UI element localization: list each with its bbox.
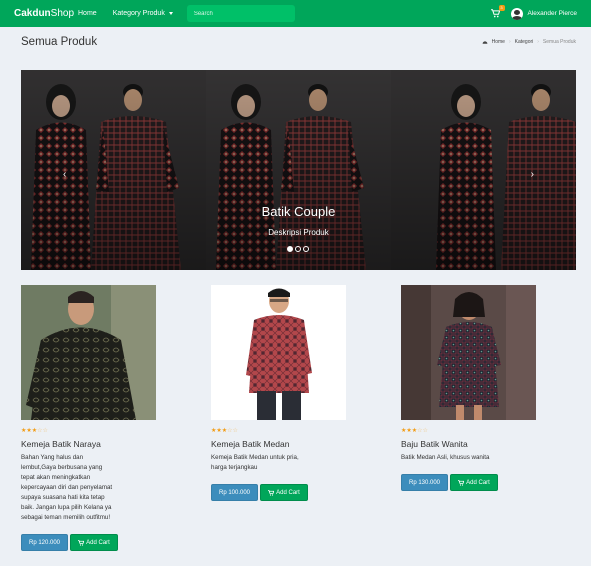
shopping-cart-icon (268, 489, 275, 496)
product-actions: Rp 100.000 Add Cart (211, 484, 308, 501)
breadcrumb-home[interactable]: Home (492, 39, 505, 45)
shopping-cart-icon (490, 8, 500, 17)
product-carousel: ‹ › Batik Couple Deskripsi Produk (21, 70, 576, 270)
user-menu[interactable]: Alexander Pierce (510, 7, 578, 20)
product-name[interactable]: Baju Batik Wanita (401, 439, 468, 449)
product-description: Bahan Yang halus dan lembut,Gaya berbusa… (21, 454, 113, 521)
page-title: Semua Produk (21, 36, 98, 48)
add-cart-button[interactable]: Add Cart (260, 484, 308, 501)
product-description: Kemeja Batik Medan untuk pria, harga ter… (211, 454, 299, 471)
product-card: ★★★☆☆ Kemeja Batik Medan Kemeja Batik Me… (211, 285, 361, 515)
cart-count-badge: 3 (498, 4, 505, 11)
carousel-indicator[interactable] (295, 246, 301, 252)
product-image[interactable] (21, 285, 156, 420)
carousel-caption-title: Batik Couple (261, 204, 336, 219)
product-image[interactable] (211, 285, 346, 420)
cart-button[interactable]: 3 (490, 4, 505, 19)
carousel-prev-button[interactable]: ‹ (63, 169, 66, 180)
product-name[interactable]: Kemeja Batik Medan (211, 439, 289, 449)
add-cart-button[interactable]: Add Cart (450, 474, 498, 491)
breadcrumb-separator: › (508, 39, 511, 45)
brand-logo[interactable]: CakdunShop (14, 8, 74, 19)
shopping-cart-icon (458, 479, 465, 486)
price-button[interactable]: Rp 120.000 (21, 534, 68, 551)
user-name: Alexander Pierce (527, 10, 578, 17)
caret-down-icon (168, 12, 173, 15)
carousel-caption-desc: Deskripsi Produk (268, 228, 329, 237)
product-rating: ★★★☆☆ (21, 428, 48, 434)
product-name[interactable]: Kemeja Batik Naraya (21, 439, 101, 449)
top-navbar: CakdunShop Home Kategory Produk 3 Alexan… (0, 0, 591, 27)
shopping-cart-icon (78, 539, 85, 546)
carousel-slide-image (21, 70, 576, 270)
product-image[interactable] (401, 285, 536, 420)
product-card: ★★★☆☆ Kemeja Batik Naraya Bahan Yang hal… (21, 285, 171, 555)
dashboard-icon (482, 41, 488, 44)
product-card: ★★★☆☆ Baju Batik Wanita Batik Medan Asli… (401, 285, 551, 495)
breadcrumb-kategori[interactable]: Kategori (515, 39, 534, 45)
carousel-indicator[interactable] (303, 246, 309, 252)
product-actions: Rp 130.000 Add Cart (401, 474, 498, 491)
nav-home-link[interactable]: Home (78, 10, 97, 17)
carousel-indicator[interactable] (287, 246, 293, 252)
user-avatar (510, 7, 523, 20)
price-button[interactable]: Rp 130.000 (401, 474, 448, 491)
breadcrumb: Home › Kategori › Semua Produk (482, 39, 576, 45)
nav-category-dropdown[interactable]: Kategory Produk (113, 10, 173, 17)
breadcrumb-separator: › (537, 39, 539, 45)
carousel-next-button[interactable]: › (531, 169, 534, 180)
product-actions: Rp 120.000 Add Cart (21, 534, 118, 551)
breadcrumb-current: Semua Produk (542, 39, 576, 45)
price-button[interactable]: Rp 100.000 (211, 484, 258, 501)
add-cart-button[interactable]: Add Cart (70, 534, 118, 551)
carousel-indicators (287, 246, 309, 252)
product-rating: ★★★☆☆ (401, 428, 428, 434)
product-rating: ★★★☆☆ (211, 428, 238, 434)
search-input[interactable] (186, 5, 295, 22)
product-description: Batik Medan Asli, khusus wanita (401, 454, 490, 461)
